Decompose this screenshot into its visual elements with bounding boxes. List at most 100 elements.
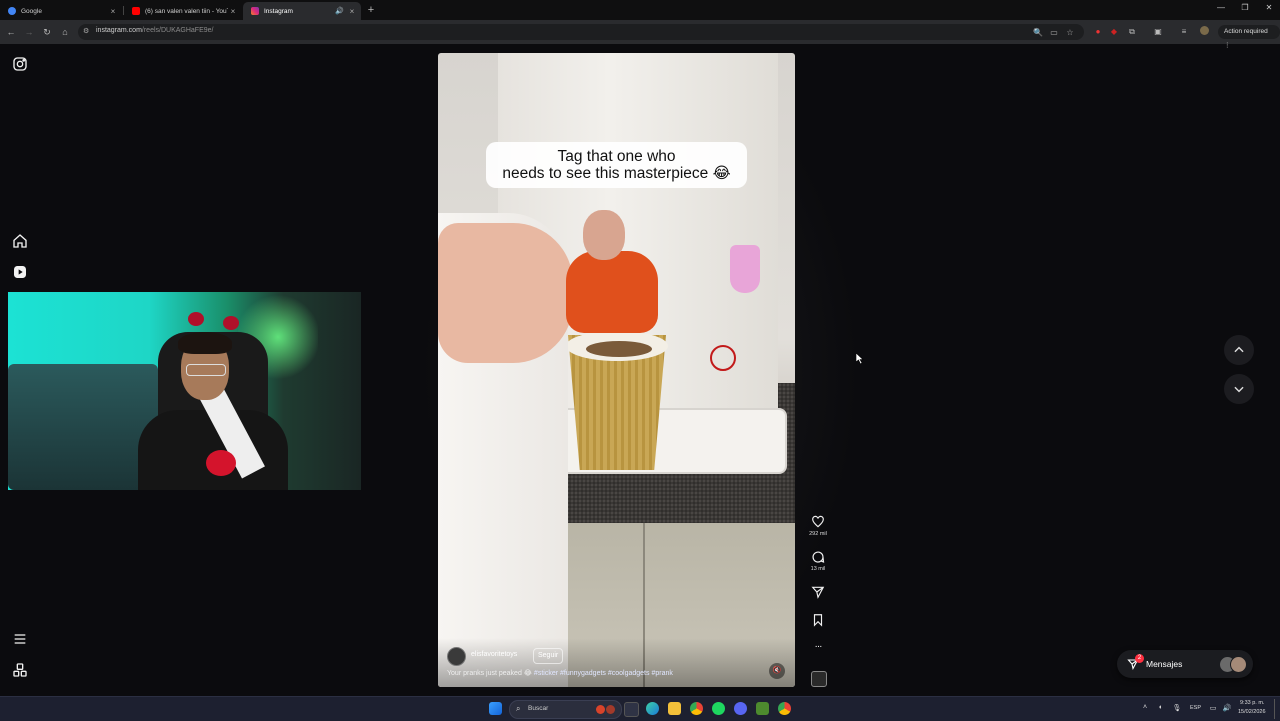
tab-title: Google	[21, 7, 42, 15]
tab-audio-icon[interactable]: 🔊	[335, 7, 344, 15]
tab-instagram[interactable]: Instagram 🔊 ×	[243, 2, 361, 20]
cast-icon[interactable]: ▭	[1049, 28, 1059, 37]
also-from-meta-icon[interactable]	[12, 662, 28, 678]
taskbar-search-label: Buscar	[528, 705, 549, 712]
comment-bubble-icon	[812, 551, 825, 563]
like-button[interactable]: 292 mil	[808, 515, 828, 537]
microphone-icon[interactable]: 🎙	[1172, 704, 1182, 712]
previous-reel-button[interactable]	[1224, 335, 1254, 365]
reel-caption-hashtags[interactable]: #sticker #funnygadgets #coolgadgets #pra…	[534, 670, 673, 677]
extension-red-icon[interactable]: ●	[1092, 26, 1104, 38]
zoom-icon[interactable]: 🔍	[1033, 28, 1043, 37]
new-tab-button[interactable]: +	[365, 4, 377, 16]
tab-close-icon[interactable]: ×	[228, 7, 238, 16]
clock-date[interactable]: 15/02/2026	[1238, 709, 1266, 715]
reel-overlay-caption-text: Tag that one who needs to see this maste…	[502, 148, 731, 182]
reload-icon[interactable]: ↻	[40, 25, 54, 39]
messages-label: Mensajes	[1146, 659, 1183, 669]
comment-count: 13 mil	[810, 566, 826, 572]
tray-overflow-chevron-icon[interactable]: ˄	[1140, 704, 1150, 711]
tab-close-icon[interactable]: ×	[108, 7, 118, 16]
address-bar[interactable]: ⚙ instagram.com/reels/DUKAGHaFE9e/ 🔍 ▭ ☆	[78, 24, 1084, 40]
media-control-icon[interactable]: ≡	[1178, 26, 1190, 38]
more-options-button[interactable]: ···	[808, 641, 828, 652]
reel-overlay-caption: Tag that one who needs to see this maste…	[486, 142, 747, 188]
messages-unread-badge: 2	[1135, 654, 1144, 663]
home-nav-icon[interactable]	[12, 233, 28, 249]
video-coffee	[586, 341, 652, 357]
bookmark-icon	[813, 614, 823, 627]
chevron-down-icon	[1234, 386, 1244, 393]
mute-toggle-icon[interactable]: 🔇	[769, 663, 785, 679]
tab-close-icon[interactable]: ×	[347, 7, 357, 16]
action-required-label: Action required	[1224, 28, 1268, 35]
follow-button[interactable]: Seguir	[533, 648, 564, 664]
tab-youtube[interactable]: (6) san valen valen tiin - YouTube ×	[124, 2, 242, 20]
discord-icon[interactable]	[734, 702, 747, 715]
home-icon[interactable]: ⌂	[58, 25, 72, 39]
menu-hamburger-icon[interactable]	[12, 631, 28, 647]
webcam-heart-headband-left	[188, 312, 204, 326]
webcam-person-hair	[178, 332, 232, 354]
chrome-profile-icon[interactable]	[778, 702, 791, 715]
search-highlight-icon	[596, 705, 605, 714]
close-window-button[interactable]: ✕	[1262, 3, 1276, 12]
side-panel-icon[interactable]: ▣	[1152, 26, 1164, 38]
youtube-favicon-icon	[132, 7, 140, 15]
video-hand	[438, 223, 573, 363]
site-info-icon[interactable]: ⚙	[83, 27, 89, 35]
tray-app-icon[interactable]: ◐	[1156, 704, 1166, 711]
reel-caption-text: Your pranks just peaked 😂	[447, 670, 534, 677]
forward-arrow-icon[interactable]: →	[22, 25, 36, 39]
minimize-button[interactable]: —	[1214, 3, 1228, 12]
reel-footer-gradient	[438, 638, 795, 687]
next-reel-button[interactable]	[1224, 374, 1254, 404]
url-text[interactable]: instagram.com/reels/DUKAGHaFE9e/	[96, 27, 214, 34]
reels-nav-icon[interactable]	[12, 264, 28, 280]
reel-video[interactable]: Tag that one who needs to see this maste…	[438, 53, 795, 687]
bookmark-star-icon[interactable]: ☆	[1065, 28, 1075, 37]
taskbar-search[interactable]: ⌕ Buscar	[509, 700, 622, 719]
messages-button[interactable]: 2 Mensajes	[1117, 650, 1253, 678]
file-explorer-icon[interactable]	[668, 702, 681, 715]
tab-google[interactable]: Google ×	[0, 2, 122, 20]
action-required-button[interactable]: Action required ⋮	[1218, 25, 1280, 49]
back-arrow-icon[interactable]: ←	[4, 25, 18, 39]
browser-tab-strip: Google × (6) san valen valen tiin - YouT…	[0, 0, 1280, 20]
audio-track-thumbnail[interactable]	[811, 671, 827, 687]
task-view-icon[interactable]	[624, 702, 639, 717]
reel-caption[interactable]: Your pranks just peaked 😂 #sticker #funn…	[447, 669, 747, 677]
edge-browser-icon[interactable]	[646, 702, 659, 715]
comment-button[interactable]: 13 mil	[808, 550, 828, 572]
chevron-up-icon	[1234, 346, 1244, 353]
profile-avatar-icon[interactable]	[1198, 26, 1210, 38]
webcam-heart-headband-right	[223, 316, 239, 330]
tab-title: (6) san valen valen tiin - YouTube	[145, 7, 228, 15]
extensions-puzzle-icon[interactable]: ⧉	[1126, 26, 1138, 38]
video-sticker-body	[566, 251, 658, 333]
url-host: instagram.com	[96, 27, 142, 34]
language-indicator[interactable]: ESP	[1190, 705, 1201, 711]
video-cooler-logo	[710, 345, 736, 371]
minecraft-icon[interactable]	[756, 702, 769, 715]
windows-start-icon[interactable]	[489, 702, 502, 715]
save-button[interactable]	[808, 613, 828, 627]
url-path: /reels/DUKAGHaFE9e/	[141, 27, 214, 34]
video-sticker-head	[583, 210, 625, 260]
creator-username[interactable]: elisfavoritetoys	[471, 651, 517, 658]
spotify-icon[interactable]	[712, 702, 725, 715]
clock-time[interactable]: 9:33 p. m.	[1240, 700, 1264, 706]
show-desktop-button[interactable]	[1274, 699, 1279, 719]
search-icon: ⌕	[516, 704, 521, 713]
creator-avatar[interactable]	[447, 647, 466, 666]
like-count: 292 mil	[809, 531, 827, 537]
instagram-logo-icon[interactable]	[12, 56, 28, 72]
volume-icon[interactable]: 🔊	[1222, 704, 1232, 712]
chrome-icon[interactable]	[690, 702, 703, 715]
share-button[interactable]	[808, 585, 828, 599]
mouse-cursor-icon	[856, 353, 864, 364]
maximize-button[interactable]: ❐	[1238, 3, 1252, 12]
network-icon[interactable]: ▭	[1208, 704, 1218, 712]
browser-toolbar: ← → ↻ ⌂ ⚙ instagram.com/reels/DUKAGHaFE9…	[0, 20, 1280, 49]
extension-adblock-icon[interactable]: ◆	[1108, 26, 1120, 38]
